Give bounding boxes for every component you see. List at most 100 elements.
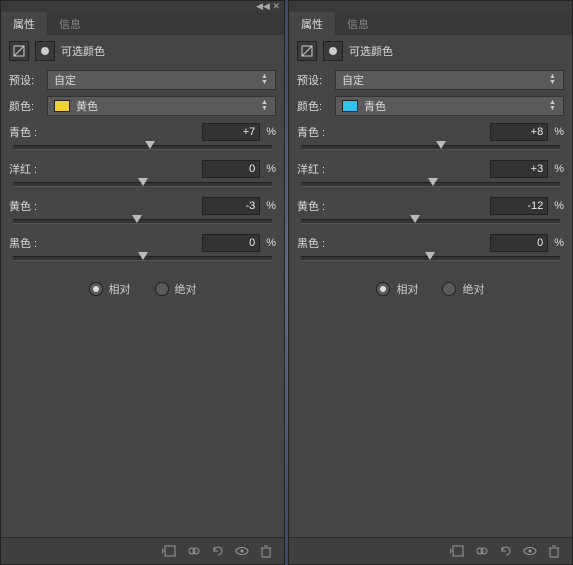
- panel-footer: [289, 537, 572, 564]
- slider-thumb-icon[interactable]: [138, 252, 148, 260]
- slider-thumb-icon[interactable]: [425, 252, 435, 260]
- slider-track[interactable]: [301, 256, 560, 261]
- color-select[interactable]: 黄色 ▲▼: [47, 96, 276, 116]
- slider-thumb-icon[interactable]: [138, 178, 148, 186]
- slider-group: 黄色 :%: [9, 197, 276, 224]
- slider-group: 黑色 :%: [297, 234, 564, 261]
- radio-absolute[interactable]: 绝对: [442, 281, 484, 297]
- preset-row: 预设: 自定 ▲▼: [1, 67, 284, 93]
- preset-row: 预设: 自定 ▲▼: [289, 67, 572, 93]
- sliders-area: 青色 :%洋红 :%黄色 :%黑色 :%: [1, 119, 284, 271]
- color-value: 青色: [364, 98, 386, 114]
- slider-track[interactable]: [301, 182, 560, 187]
- adjustment-title: 可选颜色: [61, 43, 105, 59]
- clip-icon[interactable]: [450, 543, 466, 559]
- radio-absolute-label: 绝对: [462, 281, 484, 297]
- slider-group: 黄色 :%: [297, 197, 564, 224]
- radio-absolute[interactable]: 绝对: [155, 281, 197, 297]
- preset-label: 预设:: [297, 72, 329, 88]
- trash-icon[interactable]: [546, 543, 562, 559]
- preset-label: 预设:: [9, 72, 41, 88]
- slider-group: 洋红 :%: [297, 160, 564, 187]
- color-label: 颜色:: [297, 98, 329, 114]
- color-swatch: [54, 100, 70, 112]
- slider-track[interactable]: [301, 145, 560, 150]
- color-swatch: [342, 100, 358, 112]
- slider-label: 青色 :: [9, 124, 37, 140]
- slider-track[interactable]: [13, 256, 272, 261]
- percent-label: %: [266, 237, 276, 249]
- slider-track[interactable]: [13, 219, 272, 224]
- color-label: 颜色:: [9, 98, 41, 114]
- trash-icon[interactable]: [258, 543, 274, 559]
- panel-footer: [1, 537, 284, 564]
- slider-value-input[interactable]: [202, 234, 260, 252]
- adjustment-icon[interactable]: [9, 41, 29, 61]
- radio-dot-icon: [155, 282, 169, 296]
- color-select[interactable]: 青色 ▲▼: [335, 96, 564, 116]
- adjustment-title: 可选颜色: [349, 43, 393, 59]
- visibility-icon[interactable]: [522, 543, 538, 559]
- method-radios: 相对 绝对: [289, 271, 572, 307]
- slider-track[interactable]: [13, 145, 272, 150]
- chevron-updown-icon: ▲▼: [549, 71, 559, 89]
- radio-dot-icon: [442, 282, 456, 296]
- slider-thumb-icon[interactable]: [436, 141, 446, 149]
- slider-group: 洋红 :%: [9, 160, 276, 187]
- percent-label: %: [554, 237, 564, 249]
- tab-properties[interactable]: 属性: [289, 12, 335, 36]
- slider-value-input[interactable]: [202, 160, 260, 178]
- percent-label: %: [266, 163, 276, 175]
- slider-value-input[interactable]: [490, 197, 548, 215]
- mask-icon[interactable]: [35, 41, 55, 61]
- preset-select[interactable]: 自定 ▲▼: [47, 70, 276, 90]
- percent-label: %: [554, 200, 564, 212]
- radio-relative[interactable]: 相对: [89, 281, 131, 297]
- properties-panel-1: ◀◀ ✕ 属性 信息 可选颜色 预设: 自定 ▲▼ 颜色: 黄色 ▲▼ 青色 :…: [0, 0, 285, 565]
- slider-thumb-icon[interactable]: [428, 178, 438, 186]
- clip-icon[interactable]: [162, 543, 178, 559]
- radio-relative[interactable]: 相对: [376, 281, 418, 297]
- slider-thumb-icon[interactable]: [410, 215, 420, 223]
- slider-value-input[interactable]: [202, 123, 260, 141]
- radio-relative-label: 相对: [396, 281, 418, 297]
- slider-group: 黑色 :%: [9, 234, 276, 261]
- chevron-updown-icon: ▲▼: [549, 97, 559, 115]
- reset-icon[interactable]: [210, 543, 226, 559]
- slider-track[interactable]: [13, 182, 272, 187]
- slider-value-input[interactable]: [202, 197, 260, 215]
- preset-value: 自定: [54, 72, 76, 88]
- slider-value-input[interactable]: [490, 123, 548, 141]
- preset-select[interactable]: 自定 ▲▼: [335, 70, 564, 90]
- mask-icon[interactable]: [323, 41, 343, 61]
- color-row: 颜色: 青色 ▲▼: [289, 93, 572, 119]
- adjustment-header: 可选颜色: [289, 35, 572, 67]
- percent-label: %: [554, 126, 564, 138]
- view-previous-icon[interactable]: [186, 543, 202, 559]
- slider-group: 青色 :%: [9, 123, 276, 150]
- preset-value: 自定: [342, 72, 364, 88]
- tab-info[interactable]: 信息: [47, 12, 93, 36]
- slider-track[interactable]: [301, 219, 560, 224]
- visibility-icon[interactable]: [234, 543, 250, 559]
- slider-thumb-icon[interactable]: [145, 141, 155, 149]
- slider-value-input[interactable]: [490, 234, 548, 252]
- slider-label: 黑色 :: [297, 235, 325, 251]
- tab-info[interactable]: 信息: [335, 12, 381, 36]
- view-previous-icon[interactable]: [474, 543, 490, 559]
- radio-dot-icon: [89, 282, 103, 296]
- slider-thumb-icon[interactable]: [132, 215, 142, 223]
- slider-value-input[interactable]: [490, 160, 548, 178]
- adjustment-header: 可选颜色: [1, 35, 284, 67]
- panel-tabs: 属性 信息: [289, 13, 572, 35]
- slider-label: 洋红 :: [297, 161, 325, 177]
- radio-absolute-label: 绝对: [175, 281, 197, 297]
- reset-icon[interactable]: [498, 543, 514, 559]
- slider-label: 洋红 :: [9, 161, 37, 177]
- tab-properties[interactable]: 属性: [1, 12, 47, 36]
- chevron-updown-icon: ▲▼: [261, 97, 271, 115]
- color-value: 黄色: [76, 98, 98, 114]
- slider-label: 青色 :: [297, 124, 325, 140]
- adjustment-icon[interactable]: [297, 41, 317, 61]
- percent-label: %: [266, 200, 276, 212]
